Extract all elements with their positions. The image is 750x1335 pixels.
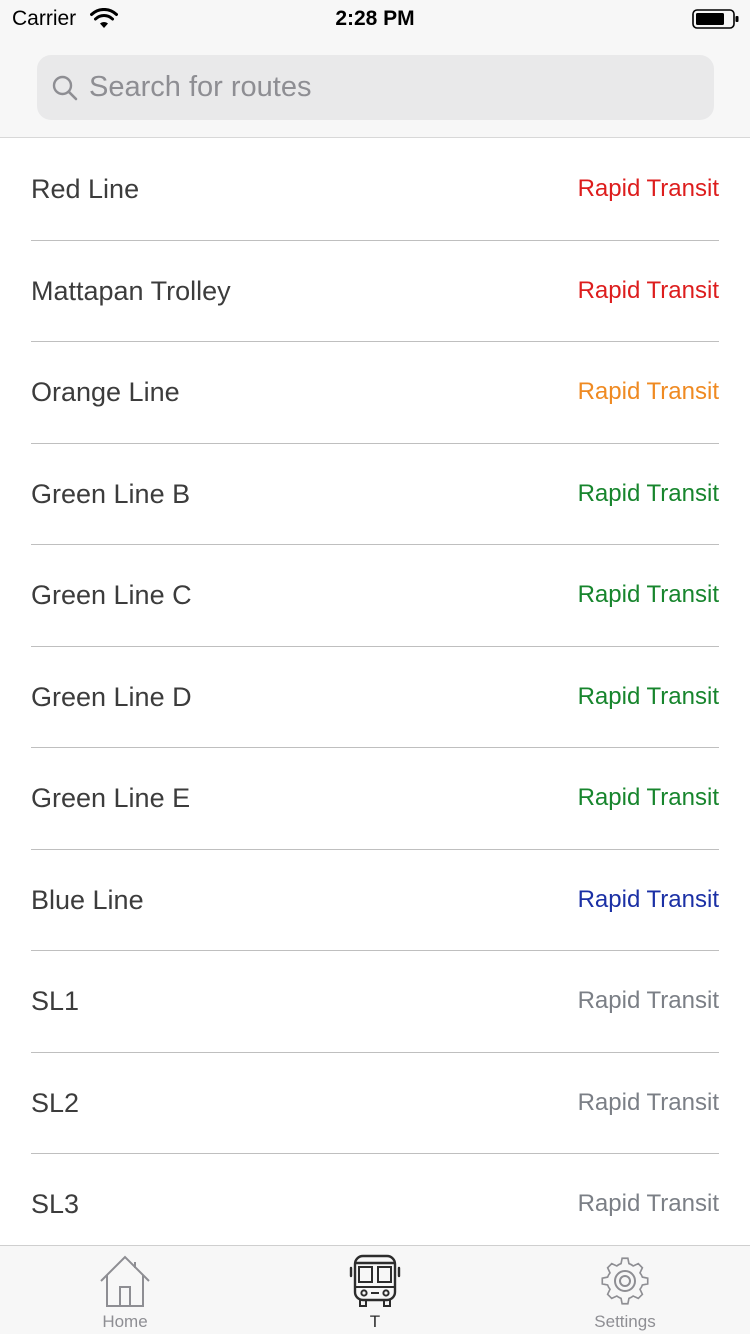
search-input[interactable] — [89, 55, 689, 120]
route-type: Rapid Transit — [577, 581, 719, 608]
route-name: Red Line — [31, 174, 140, 204]
route-type: Rapid Transit — [577, 1088, 719, 1116]
house-icon — [100, 1255, 150, 1307]
route-row[interactable]: SL2 Rapid Transit — [31, 1053, 719, 1154]
route-name: Green Line E — [31, 783, 191, 813]
tab-settings-label: Settings — [594, 1312, 656, 1331]
route-row[interactable]: Green Line D Rapid Transit — [31, 647, 719, 748]
tab-t-label: T — [369, 1312, 381, 1331]
route-type: Rapid Transit — [577, 784, 719, 811]
route-row[interactable]: Green Line B Rapid Transit — [31, 444, 719, 545]
route-type: Rapid Transit — [577, 175, 719, 202]
route-name: SL3 — [31, 1189, 80, 1219]
route-row[interactable]: Red Line Rapid Transit — [31, 139, 719, 241]
route-name: Orange Line — [31, 377, 180, 407]
route-name: Green Line C — [31, 580, 192, 610]
route-type: Rapid Transit — [577, 987, 719, 1014]
route-type: Rapid Transit — [577, 682, 719, 710]
route-name: SL2 — [31, 1087, 80, 1118]
search-icon — [52, 75, 78, 101]
route-row[interactable]: Mattapan Trolley Rapid Transit — [31, 241, 719, 342]
search-bar — [0, 40, 750, 138]
route-name: Green Line B — [31, 478, 191, 509]
route-list: Red Line Rapid Transit Mattapan Trolley Rap… — [0, 139, 750, 1245]
route-name: Mattapan Trolley — [31, 275, 231, 306]
tab-home[interactable]: Home — [0, 1246, 250, 1335]
route-type: Rapid Transit — [577, 1190, 719, 1217]
route-row[interactable]: Orange Line Rapid Transit — [31, 342, 719, 444]
route-row[interactable]: Green Line C Rapid Transit — [31, 545, 719, 647]
route-type: Rapid Transit — [577, 479, 719, 507]
route-type: Rapid Transit — [577, 885, 719, 913]
route-type: Rapid Transit — [577, 276, 719, 304]
search-box[interactable] — [37, 55, 714, 120]
gear-icon — [601, 1257, 649, 1305]
route-name: Green Line D — [31, 681, 192, 712]
route-row[interactable]: SL3 Rapid Transit — [31, 1154, 719, 1245]
route-row[interactable]: Blue Line Rapid Transit — [31, 850, 719, 951]
clock: 2:28 PM — [335, 7, 415, 30]
status-bar: Carrier 2:28 PM — [0, 0, 750, 40]
tab-home-label: Home — [102, 1312, 148, 1331]
route-name: SL1 — [31, 986, 80, 1016]
route-row[interactable]: Green Line E Rapid Transit — [31, 748, 719, 850]
tab-t[interactable]: T — [250, 1246, 500, 1335]
bus-icon — [349, 1254, 401, 1307]
route-type: Rapid Transit — [577, 378, 719, 405]
route-row[interactable]: SL1 Rapid Transit — [31, 951, 719, 1053]
tab-bar: Home T Settings — [0, 1245, 750, 1334]
tab-settings[interactable]: Settings — [500, 1246, 750, 1335]
route-name: Blue Line — [31, 884, 144, 915]
battery-icon — [692, 9, 739, 29]
